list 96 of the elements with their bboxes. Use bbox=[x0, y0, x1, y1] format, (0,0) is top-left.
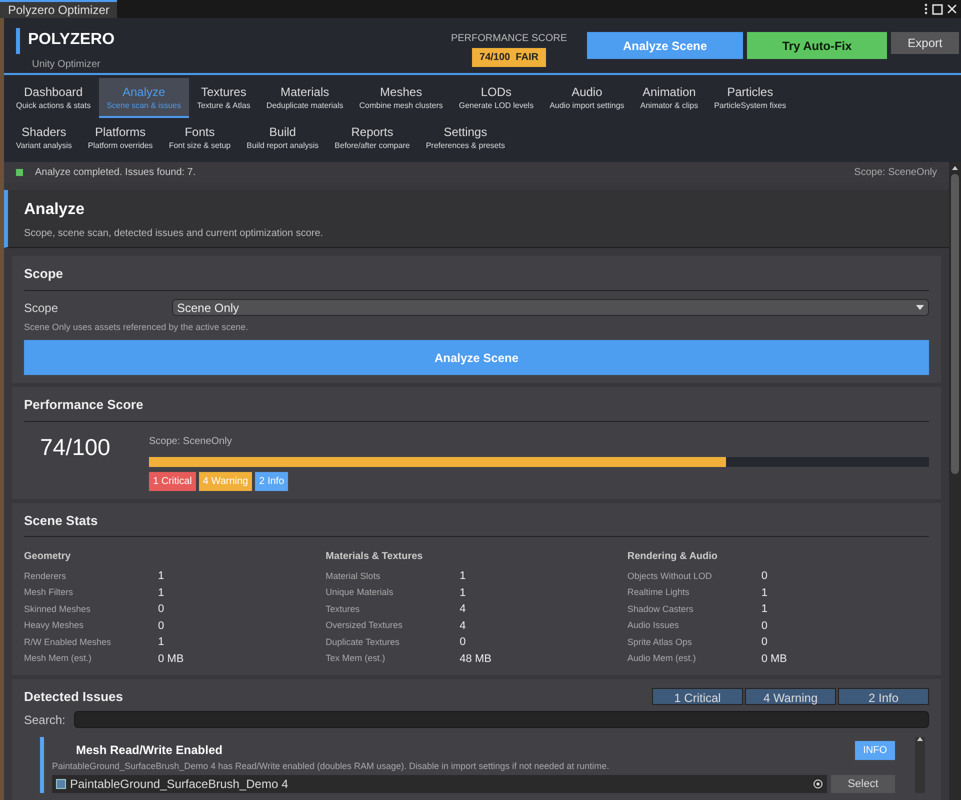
score-badge: 74/100 FAIR bbox=[472, 48, 546, 67]
score-label: PERFORMANCE SCORE bbox=[450, 32, 568, 46]
brand-title: POLYZERO bbox=[28, 30, 115, 50]
stat-value: 0 bbox=[158, 602, 164, 617]
stat-value: 1 bbox=[761, 586, 768, 600]
scroll-up-icon[interactable] bbox=[917, 736, 923, 740]
severity-badge: 4 Warning bbox=[198, 472, 252, 490]
nav-tab[interactable]: Animation Animator & clips bbox=[632, 78, 706, 118]
mesh-icon bbox=[56, 779, 66, 789]
filter-button[interactable]: 1 Critical bbox=[652, 688, 743, 706]
nav-tab[interactable]: Materials Deduplicate materials bbox=[258, 78, 352, 118]
nav-tab[interactable]: Build Build report analysis bbox=[238, 118, 327, 158]
filter-button[interactable]: 4 Warning bbox=[745, 688, 836, 706]
header-button[interactable]: Try Auto-Fix bbox=[747, 32, 887, 59]
stat-label: Duplicate Textures bbox=[326, 636, 401, 649]
stat-value: 1 bbox=[761, 602, 768, 617]
header-button[interactable]: Export bbox=[891, 32, 959, 54]
score-value: 74/100 bbox=[39, 432, 112, 462]
score-scope: Scope: SceneOnly bbox=[149, 434, 233, 448]
stat-label: Mesh Mem (est.) bbox=[24, 652, 93, 665]
stat-label: Oversized Textures bbox=[326, 619, 404, 632]
stat-value: 1 bbox=[460, 586, 466, 600]
nav-tab[interactable]: Shaders Variant analysis bbox=[8, 118, 80, 158]
field-hint: Scene Only uses assets referenced by the active scene. bbox=[24, 320, 250, 334]
close-icon[interactable] bbox=[947, 4, 957, 14]
stat-label: Sprite Atlas Ops bbox=[627, 636, 693, 649]
brand-subtitle: Unity Optimizer bbox=[32, 58, 102, 72]
scroll-up-icon[interactable] bbox=[952, 166, 958, 170]
stats-group-title: Materials & Textures bbox=[326, 550, 424, 564]
stats-group-title: Rendering & Audio bbox=[627, 550, 719, 564]
nav-tab[interactable]: Reports Before/after compare bbox=[326, 118, 418, 158]
maximize-icon[interactable] bbox=[932, 4, 943, 14]
stat-value: 48 MB bbox=[460, 652, 492, 666]
section-title: Scene Stats bbox=[24, 510, 929, 537]
nav-tab[interactable]: Fonts Font size & setup bbox=[160, 118, 239, 158]
nav-tab[interactable]: LODs Generate LOD levels bbox=[450, 78, 542, 118]
section-title: Scope bbox=[24, 264, 929, 290]
stat-value: 0 bbox=[761, 635, 768, 650]
stat-label: Skinned Meshes bbox=[24, 602, 92, 616]
search-field[interactable] bbox=[74, 711, 929, 728]
select-button[interactable]: Select bbox=[831, 775, 895, 793]
page-description: Scope, scene scan, detected issues and current optimization score. bbox=[24, 227, 324, 241]
scope-dropdown[interactable]: Scene Only bbox=[172, 299, 929, 316]
stat-label: Textures bbox=[326, 602, 361, 616]
stat-value: 1 bbox=[158, 635, 164, 650]
page-title: Analyze bbox=[24, 200, 86, 220]
scrollbar-thumb[interactable] bbox=[951, 174, 959, 474]
object-field[interactable]: PaintableGround_SurfaceBrush_Demo 4 bbox=[52, 775, 827, 793]
stat-label: Heavy Meshes bbox=[24, 619, 85, 632]
stat-value: 0 MB bbox=[761, 652, 788, 666]
stat-value: 0 bbox=[158, 618, 164, 634]
stat-label: Audio Mem (est.) bbox=[627, 652, 697, 665]
filter-button[interactable]: 2 Info bbox=[838, 688, 929, 706]
status-scope: Scope: SceneOnly bbox=[854, 166, 937, 180]
nav-tab[interactable]: Settings Preferences & presets bbox=[418, 118, 513, 158]
stat-value: 1 bbox=[460, 569, 466, 584]
severity-badge: INFO bbox=[855, 740, 895, 760]
issue-description: PaintableGround_SurfaceBrush_Demo 4 has Read/Write enabled (doubles RAM usage). Disable in import settings if not needed at runtime. bbox=[52, 760, 610, 773]
stat-value: 0 bbox=[761, 569, 768, 584]
field-label: Scope bbox=[24, 300, 60, 316]
nav-tab[interactable]: Particles ParticleSystem fixes bbox=[706, 78, 794, 118]
nav-tab[interactable]: Platforms Platform overrides bbox=[80, 118, 161, 158]
stat-label: R/W Enabled Meshes bbox=[24, 636, 112, 648]
stat-value: 0 MB bbox=[158, 652, 184, 666]
stat-value: 1 bbox=[158, 586, 164, 600]
window-tab[interactable]: Polyzero Optimizer bbox=[0, 0, 118, 18]
section-title: Detected Issues bbox=[24, 688, 123, 706]
stat-label: Tex Mem (est.) bbox=[326, 652, 386, 665]
stat-value: 0 bbox=[460, 635, 466, 650]
stat-value: 0 bbox=[761, 618, 768, 634]
target-icon[interactable] bbox=[813, 779, 823, 789]
stat-label: Material Slots bbox=[326, 570, 382, 582]
nav-tab[interactable]: Dashboard Quick actions & stats bbox=[8, 78, 99, 118]
stat-label: Shadow Casters bbox=[627, 602, 694, 616]
caret-icon bbox=[916, 305, 924, 310]
stat-label: Audio Issues bbox=[627, 619, 680, 632]
stat-value: 1 bbox=[158, 569, 164, 584]
stat-label: Objects Without LOD bbox=[627, 570, 713, 583]
search-label: Search: bbox=[24, 712, 66, 728]
status-message: Analyze completed. Issues found: 7. bbox=[35, 166, 196, 180]
stat-label: Unique Materials bbox=[326, 586, 394, 599]
nav-tab[interactable]: Audio Audio import settings bbox=[542, 78, 632, 118]
section-title: Performance Score bbox=[24, 395, 929, 422]
severity-badge: 1 Critical bbox=[149, 472, 196, 490]
stat-label: Mesh Filters bbox=[24, 586, 74, 599]
stats-group-title: Geometry bbox=[24, 550, 72, 564]
stat-label: Renderers bbox=[24, 570, 68, 582]
nav-tab[interactable]: Textures Texture & Atlas bbox=[188, 78, 258, 118]
more-icon[interactable] bbox=[924, 3, 928, 15]
stat-value: 4 bbox=[460, 618, 466, 634]
stat-label: Realtime Lights bbox=[627, 586, 690, 599]
stat-value: 4 bbox=[460, 602, 466, 617]
nav-tab[interactable]: Meshes Combine mesh clusters bbox=[351, 78, 451, 118]
issue-title: Mesh Read/Write Enabled bbox=[76, 742, 222, 759]
severity-badge: 2 Info bbox=[255, 472, 288, 490]
status-indicator-icon bbox=[16, 168, 23, 176]
